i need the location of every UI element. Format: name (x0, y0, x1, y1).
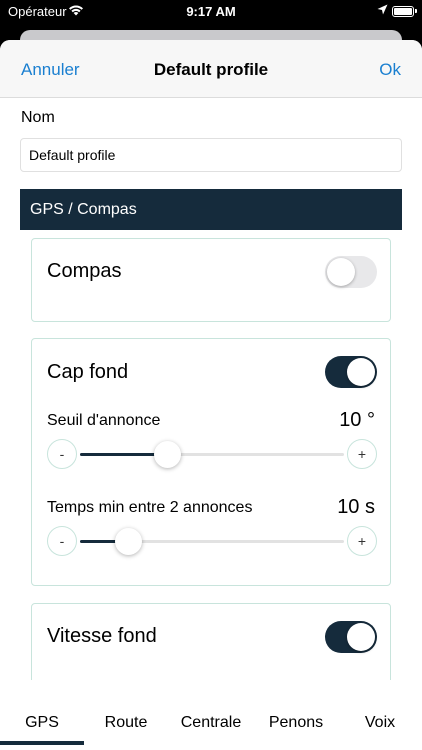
threshold-increment-button[interactable]: + (347, 439, 377, 469)
tab-centrale[interactable]: Centrale (168, 714, 254, 732)
min-time-slider[interactable] (80, 528, 344, 555)
nav-bar: Annuler Default profile Ok (0, 40, 422, 98)
compas-card: Compas (31, 238, 391, 322)
compas-toggle[interactable] (325, 256, 377, 288)
status-time: 9:17 AM (186, 4, 236, 19)
scroll-content[interactable]: Nom GPS / Compas Compas Cap fond Seuil d… (0, 98, 422, 680)
ok-button[interactable]: Ok (379, 60, 401, 80)
name-input[interactable] (20, 138, 402, 172)
tab-penons[interactable]: Penons (254, 714, 338, 732)
cap-fond-title: Cap fond (47, 361, 129, 383)
name-label: Nom (21, 109, 55, 126)
toggle-knob (327, 258, 355, 286)
compas-title: Compas (47, 260, 122, 282)
min-time-value: 10 s (337, 496, 375, 518)
threshold-decrement-button[interactable]: - (47, 439, 77, 469)
tab-bar: GPS Route Centrale Penons Voix (0, 680, 422, 750)
battery-icon (392, 6, 417, 17)
cap-fond-toggle[interactable] (325, 356, 377, 388)
toggle-knob (347, 358, 375, 386)
active-tab-indicator (0, 741, 84, 745)
vitesse-fond-title: Vitesse fond (47, 625, 157, 647)
threshold-value: 10 ° (339, 409, 375, 431)
min-time-label: Temps min entre 2 annonces (47, 499, 253, 516)
section-header-gps: GPS / Compas (20, 189, 402, 230)
threshold-slider[interactable] (80, 441, 344, 468)
status-bar: Opérateur 9:17 AM (0, 0, 422, 24)
toggle-knob (347, 623, 375, 651)
threshold-label: Seuil d'annonce (47, 412, 161, 429)
min-time-increment-button[interactable]: + (347, 526, 377, 556)
tab-route[interactable]: Route (84, 714, 168, 732)
vitesse-fond-card: Vitesse fond (31, 603, 391, 680)
tab-gps[interactable]: GPS (0, 714, 84, 732)
slider-thumb[interactable] (154, 441, 182, 468)
min-time-slider-row: - + (47, 526, 377, 556)
cap-fond-card: Cap fond Seuil d'annonce 10 ° - + Temps … (31, 338, 391, 586)
slider-thumb[interactable] (114, 528, 142, 555)
tab-voix[interactable]: Voix (338, 714, 422, 732)
vitesse-fond-toggle[interactable] (325, 621, 377, 653)
section-title: GPS / Compas (30, 201, 137, 218)
profile-sheet: Annuler Default profile Ok Nom GPS / Com… (0, 40, 422, 750)
location-arrow-icon (377, 4, 388, 15)
page-title: Default profile (153, 60, 269, 79)
min-time-decrement-button[interactable]: - (47, 526, 77, 556)
threshold-slider-row: - + (47, 439, 377, 469)
